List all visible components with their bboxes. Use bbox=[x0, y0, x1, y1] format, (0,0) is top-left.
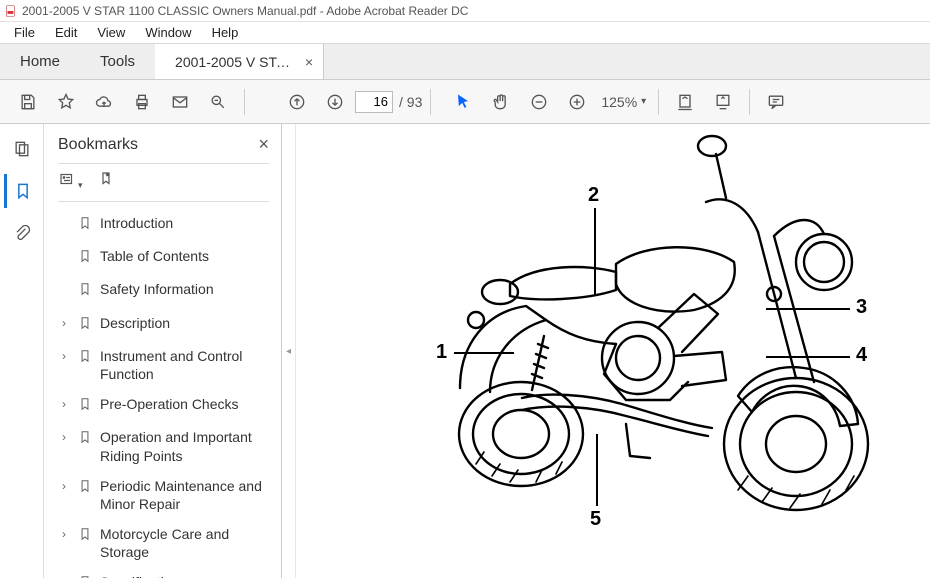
collapse-handle-icon[interactable]: ◂ bbox=[285, 331, 293, 371]
panel-title: Bookmarks bbox=[58, 136, 138, 154]
page-number-field: / 93 bbox=[355, 91, 422, 113]
bookmark-item[interactable]: › Motorcycle Care and Storage bbox=[58, 519, 269, 567]
page-total-label: / 93 bbox=[399, 94, 422, 110]
expand-caret-icon[interactable]: › bbox=[58, 479, 70, 495]
bookmark-item[interactable]: › Instrument and Control Function bbox=[58, 341, 269, 389]
fit-width-icon[interactable] bbox=[667, 84, 703, 120]
bookmarks-panel: Bookmarks × ▾ Introduction Table of Cont… bbox=[44, 124, 282, 578]
page-down-icon[interactable] bbox=[317, 84, 353, 120]
toolbar-separator bbox=[749, 89, 750, 115]
bookmark-label: Pre-Operation Checks bbox=[100, 395, 269, 413]
expand-caret-icon[interactable]: › bbox=[58, 527, 70, 543]
menu-file[interactable]: File bbox=[6, 23, 43, 42]
tab-home[interactable]: Home bbox=[0, 44, 80, 79]
bookmarks-icon[interactable] bbox=[4, 174, 38, 208]
tab-document-label: 2001-2005 V STA... bbox=[175, 54, 295, 70]
hand-tool-icon[interactable] bbox=[483, 84, 519, 120]
panel-resizer[interactable]: ◂ bbox=[282, 124, 296, 578]
bookmark-label: Safety Information bbox=[100, 280, 269, 298]
bookmark-label: Table of Contents bbox=[100, 247, 269, 265]
bookmark-item[interactable]: Table of Contents bbox=[58, 241, 269, 274]
window-title: 2001-2005 V STAR 1100 CLASSIC Owners Man… bbox=[22, 4, 468, 18]
main-toolbar: / 93 125% ▾ bbox=[0, 80, 930, 124]
bookmark-item[interactable]: › Description bbox=[58, 308, 269, 341]
menu-window[interactable]: Window bbox=[137, 23, 199, 42]
toolbar-separator bbox=[430, 89, 431, 115]
thumbnails-icon[interactable] bbox=[5, 132, 39, 166]
menu-view[interactable]: View bbox=[89, 23, 133, 42]
star-icon[interactable] bbox=[48, 84, 84, 120]
document-view[interactable]: 1 2 3 4 5 bbox=[296, 124, 930, 578]
bookmark-label: Introduction bbox=[100, 214, 269, 232]
panel-options-icon[interactable]: ▾ bbox=[58, 170, 83, 191]
expand-caret-icon[interactable]: › bbox=[58, 397, 70, 413]
document-tab-bar: Home Tools 2001-2005 V STA... × bbox=[0, 44, 930, 80]
bookmark-item[interactable]: Introduction bbox=[58, 208, 269, 241]
main-area: Bookmarks × ▾ Introduction Table of Cont… bbox=[0, 124, 930, 578]
pdf-file-icon bbox=[4, 4, 18, 18]
zoom-in-icon[interactable] bbox=[559, 84, 595, 120]
window-titlebar: 2001-2005 V STAR 1100 CLASSIC Owners Man… bbox=[0, 0, 930, 22]
menu-help[interactable]: Help bbox=[204, 23, 247, 42]
new-bookmark-icon[interactable] bbox=[97, 170, 115, 191]
menu-bar: File Edit View Window Help bbox=[0, 22, 930, 44]
bookmark-item[interactable]: › Operation and Important Riding Points bbox=[58, 422, 269, 470]
select-tool-icon[interactable] bbox=[445, 84, 481, 120]
bookmark-label: Instrument and Control Function bbox=[100, 347, 269, 383]
save-icon[interactable] bbox=[10, 84, 46, 120]
bookmark-item[interactable]: › Pre-Operation Checks bbox=[58, 389, 269, 422]
search-icon[interactable] bbox=[200, 84, 236, 120]
page-number-input[interactable] bbox=[355, 91, 393, 113]
zoom-out-icon[interactable] bbox=[521, 84, 557, 120]
attachments-icon[interactable] bbox=[5, 216, 39, 250]
motorcycle-illustration bbox=[426, 124, 896, 544]
panel-toolbar: ▾ bbox=[58, 163, 269, 202]
expand-caret-icon[interactable]: › bbox=[58, 430, 70, 446]
page-up-icon[interactable] bbox=[279, 84, 315, 120]
pdf-page: 1 2 3 4 5 bbox=[296, 124, 930, 578]
fit-page-icon[interactable] bbox=[705, 84, 741, 120]
bookmark-item[interactable]: › Periodic Maintenance and Minor Repair bbox=[58, 471, 269, 519]
sidebar-rail bbox=[0, 124, 44, 578]
bookmark-item[interactable]: Safety Information bbox=[58, 274, 269, 307]
zoom-select[interactable]: 125% ▾ bbox=[597, 94, 650, 110]
tab-close-icon[interactable]: × bbox=[305, 54, 313, 70]
menu-edit[interactable]: Edit bbox=[47, 23, 85, 42]
toolbar-separator bbox=[244, 89, 245, 115]
toolbar-separator bbox=[658, 89, 659, 115]
bookmark-label: Description bbox=[100, 314, 269, 332]
panel-close-icon[interactable]: × bbox=[258, 134, 269, 155]
comment-icon[interactable] bbox=[758, 84, 794, 120]
cloud-icon[interactable] bbox=[86, 84, 122, 120]
tab-document[interactable]: 2001-2005 V STA... × bbox=[155, 44, 324, 79]
expand-caret-icon[interactable]: › bbox=[58, 316, 70, 332]
bookmark-label: Periodic Maintenance and Minor Repair bbox=[100, 477, 269, 513]
expand-caret-icon[interactable]: › bbox=[58, 349, 70, 365]
chevron-down-icon: ▾ bbox=[641, 96, 646, 107]
bookmark-label: Operation and Important Riding Points bbox=[100, 428, 269, 464]
bookmark-item[interactable]: Specifications bbox=[58, 567, 269, 578]
bookmark-label: Motorcycle Care and Storage bbox=[100, 525, 269, 561]
print-icon[interactable] bbox=[124, 84, 160, 120]
tab-tools[interactable]: Tools bbox=[80, 44, 155, 79]
bookmark-label: Specifications bbox=[100, 573, 269, 578]
mail-icon[interactable] bbox=[162, 84, 198, 120]
bookmark-list: Introduction Table of Contents Safety In… bbox=[58, 208, 269, 578]
